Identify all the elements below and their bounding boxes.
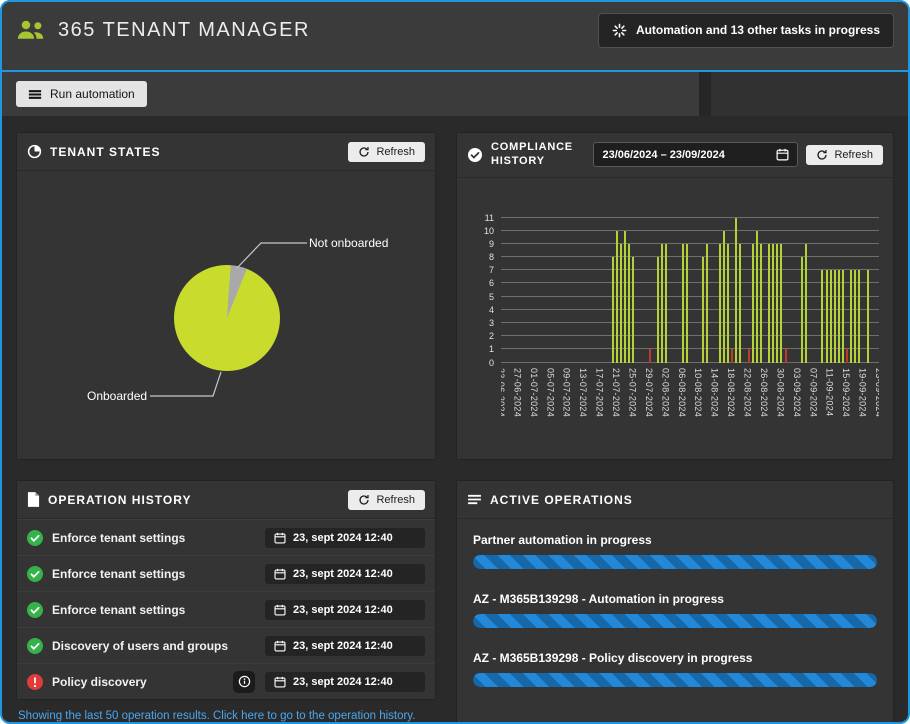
toolbar-right-section bbox=[711, 72, 908, 116]
active-operations-header: ACTIVE OPERATIONS bbox=[457, 481, 893, 519]
list-rows-icon bbox=[28, 89, 42, 100]
refresh-icon bbox=[358, 146, 370, 158]
operation-history-title: OPERATION HISTORY bbox=[48, 493, 191, 507]
refresh-icon bbox=[358, 494, 370, 506]
tenant-states-refresh-button[interactable]: Refresh bbox=[348, 142, 425, 162]
toolbar-left-section: Run automation bbox=[2, 72, 699, 116]
operation-label: Discovery of users and groups bbox=[52, 639, 228, 653]
operation-date: 23, sept 2024 12:40 bbox=[293, 676, 393, 688]
operation-date: 23, sept 2024 12:40 bbox=[293, 568, 393, 580]
app-header: 365 TENANT MANAGER Automation and 13 oth… bbox=[2, 2, 908, 72]
active-operation-item: AZ - M365B139298 - Policy discovery in p… bbox=[473, 651, 877, 687]
active-operations-body: Partner automation in progress AZ - M365… bbox=[457, 519, 893, 724]
operation-date-chip: 23, sept 2024 12:40 bbox=[265, 528, 425, 548]
compliance-title: COMPLIANCE HISTORY bbox=[491, 141, 573, 169]
pie-chart-icon bbox=[27, 144, 42, 159]
date-range-value: 23/06/2024 – 23/09/2024 bbox=[602, 149, 724, 161]
operation-label: Enforce tenant settings bbox=[52, 567, 185, 581]
compliance-refresh-button[interactable]: Refresh bbox=[806, 145, 883, 165]
active-operation-item: Partner automation in progress bbox=[473, 533, 877, 569]
progress-fill bbox=[473, 614, 877, 628]
app-title: 365 TENANT MANAGER bbox=[58, 19, 310, 42]
compliance-badge-icon bbox=[467, 147, 483, 163]
active-operation-label: AZ - M365B139298 - Policy discovery in p… bbox=[473, 651, 877, 665]
compliance-plot: 01234567891011 bbox=[501, 218, 879, 363]
success-check-icon bbox=[27, 638, 43, 654]
compliance-chart: 01234567891011 23-06-202427-06-202401-07… bbox=[457, 178, 893, 439]
main-content: TENANT STATES Refresh N bbox=[2, 116, 908, 724]
active-operations-panel: ACTIVE OPERATIONS Partner automation in … bbox=[456, 480, 894, 724]
operation-history-column: OPERATION HISTORY Refresh bbox=[16, 480, 436, 722]
success-check-icon bbox=[27, 602, 43, 618]
operation-row: Discovery of users and groups 23, sept 2… bbox=[17, 627, 435, 663]
calendar-icon bbox=[274, 568, 286, 580]
pie-label-onboarded: Onboarded bbox=[87, 389, 147, 403]
date-range-input[interactable]: 23/06/2024 – 23/09/2024 bbox=[593, 142, 798, 167]
error-exclamation-icon bbox=[27, 674, 43, 690]
calendar-icon bbox=[274, 532, 286, 544]
users-group-icon bbox=[16, 19, 46, 41]
operation-date-chip: 23, sept 2024 12:40 bbox=[265, 672, 425, 692]
refresh-label: Refresh bbox=[834, 149, 873, 161]
compliance-history-panel: COMPLIANCE HISTORY 23/06/2024 – 23/09/20… bbox=[456, 132, 894, 460]
refresh-label: Refresh bbox=[376, 494, 415, 506]
operation-row: Enforce tenant settings 23, sept 2024 12… bbox=[17, 519, 435, 555]
active-operation-item: AZ - M365B139298 - Automation in progres… bbox=[473, 592, 877, 628]
operation-date: 23, sept 2024 12:40 bbox=[293, 532, 393, 544]
calendar-icon bbox=[776, 148, 789, 161]
operation-history-refresh-button[interactable]: Refresh bbox=[348, 490, 425, 510]
operation-row: Enforce tenant settings 23, sept 2024 12… bbox=[17, 555, 435, 591]
operation-date: 23, sept 2024 12:40 bbox=[293, 604, 393, 616]
compliance-xlabels: 23-06-202427-06-202401-07-202405-07-2024… bbox=[501, 363, 879, 439]
calendar-icon bbox=[274, 604, 286, 616]
progress-bar bbox=[473, 614, 877, 628]
progress-fill bbox=[473, 555, 877, 569]
operation-history-panel: OPERATION HISTORY Refresh bbox=[16, 480, 436, 700]
operation-label: Policy discovery bbox=[52, 675, 147, 689]
operation-date: 23, sept 2024 12:40 bbox=[293, 640, 393, 652]
list-icon bbox=[467, 494, 482, 505]
pie-label-not-onboarded: Not onboarded bbox=[309, 236, 388, 250]
calendar-icon bbox=[274, 640, 286, 652]
toolbar: Run automation bbox=[2, 72, 908, 116]
calendar-icon bbox=[274, 676, 286, 688]
progress-bar bbox=[473, 555, 877, 569]
progress-bar bbox=[473, 673, 877, 687]
tenant-states-header: TENANT STATES Refresh bbox=[17, 133, 435, 171]
view-details-button[interactable] bbox=[233, 671, 255, 693]
tenant-states-panel: TENANT STATES Refresh N bbox=[16, 132, 436, 460]
refresh-icon bbox=[816, 149, 828, 161]
spinner-icon bbox=[612, 23, 627, 38]
pie-callout-lines bbox=[17, 171, 435, 459]
operation-history-header: OPERATION HISTORY Refresh bbox=[17, 481, 435, 519]
operation-row: Policy discovery 23, sept 2024 12:40 bbox=[17, 663, 435, 699]
operation-date-chip: 23, sept 2024 12:40 bbox=[265, 564, 425, 584]
compliance-title-line2: HISTORY bbox=[491, 155, 545, 167]
progress-fill bbox=[473, 673, 877, 687]
run-automation-label: Run automation bbox=[50, 87, 135, 101]
success-check-icon bbox=[27, 530, 43, 546]
run-automation-button[interactable]: Run automation bbox=[16, 81, 147, 107]
operation-label: Enforce tenant settings bbox=[52, 603, 185, 617]
tenant-pie-body: Not onboarded Onboarded bbox=[17, 171, 435, 459]
compliance-header: COMPLIANCE HISTORY 23/06/2024 – 23/09/20… bbox=[457, 133, 893, 178]
tasks-in-progress-button[interactable]: Automation and 13 other tasks in progres… bbox=[598, 13, 894, 48]
operation-date-chip: 23, sept 2024 12:40 bbox=[265, 600, 425, 620]
active-operation-label: AZ - M365B139298 - Automation in progres… bbox=[473, 592, 877, 606]
operation-history-link[interactable]: Showing the last 50 operation results. C… bbox=[16, 710, 436, 722]
success-check-icon bbox=[27, 566, 43, 582]
operation-date-chip: 23, sept 2024 12:40 bbox=[265, 636, 425, 656]
tasks-button-label: Automation and 13 other tasks in progres… bbox=[636, 23, 880, 37]
active-operation-label: Partner automation in progress bbox=[473, 533, 877, 547]
tenant-states-title: TENANT STATES bbox=[50, 145, 161, 159]
compliance-title-line1: COMPLIANCE bbox=[491, 141, 573, 153]
operation-label: Enforce tenant settings bbox=[52, 531, 185, 545]
operation-row: Enforce tenant settings 23, sept 2024 12… bbox=[17, 591, 435, 627]
active-operations-title: ACTIVE OPERATIONS bbox=[490, 493, 633, 507]
app-window: 365 TENANT MANAGER Automation and 13 oth… bbox=[0, 0, 910, 724]
document-icon bbox=[27, 492, 40, 507]
refresh-label: Refresh bbox=[376, 146, 415, 158]
